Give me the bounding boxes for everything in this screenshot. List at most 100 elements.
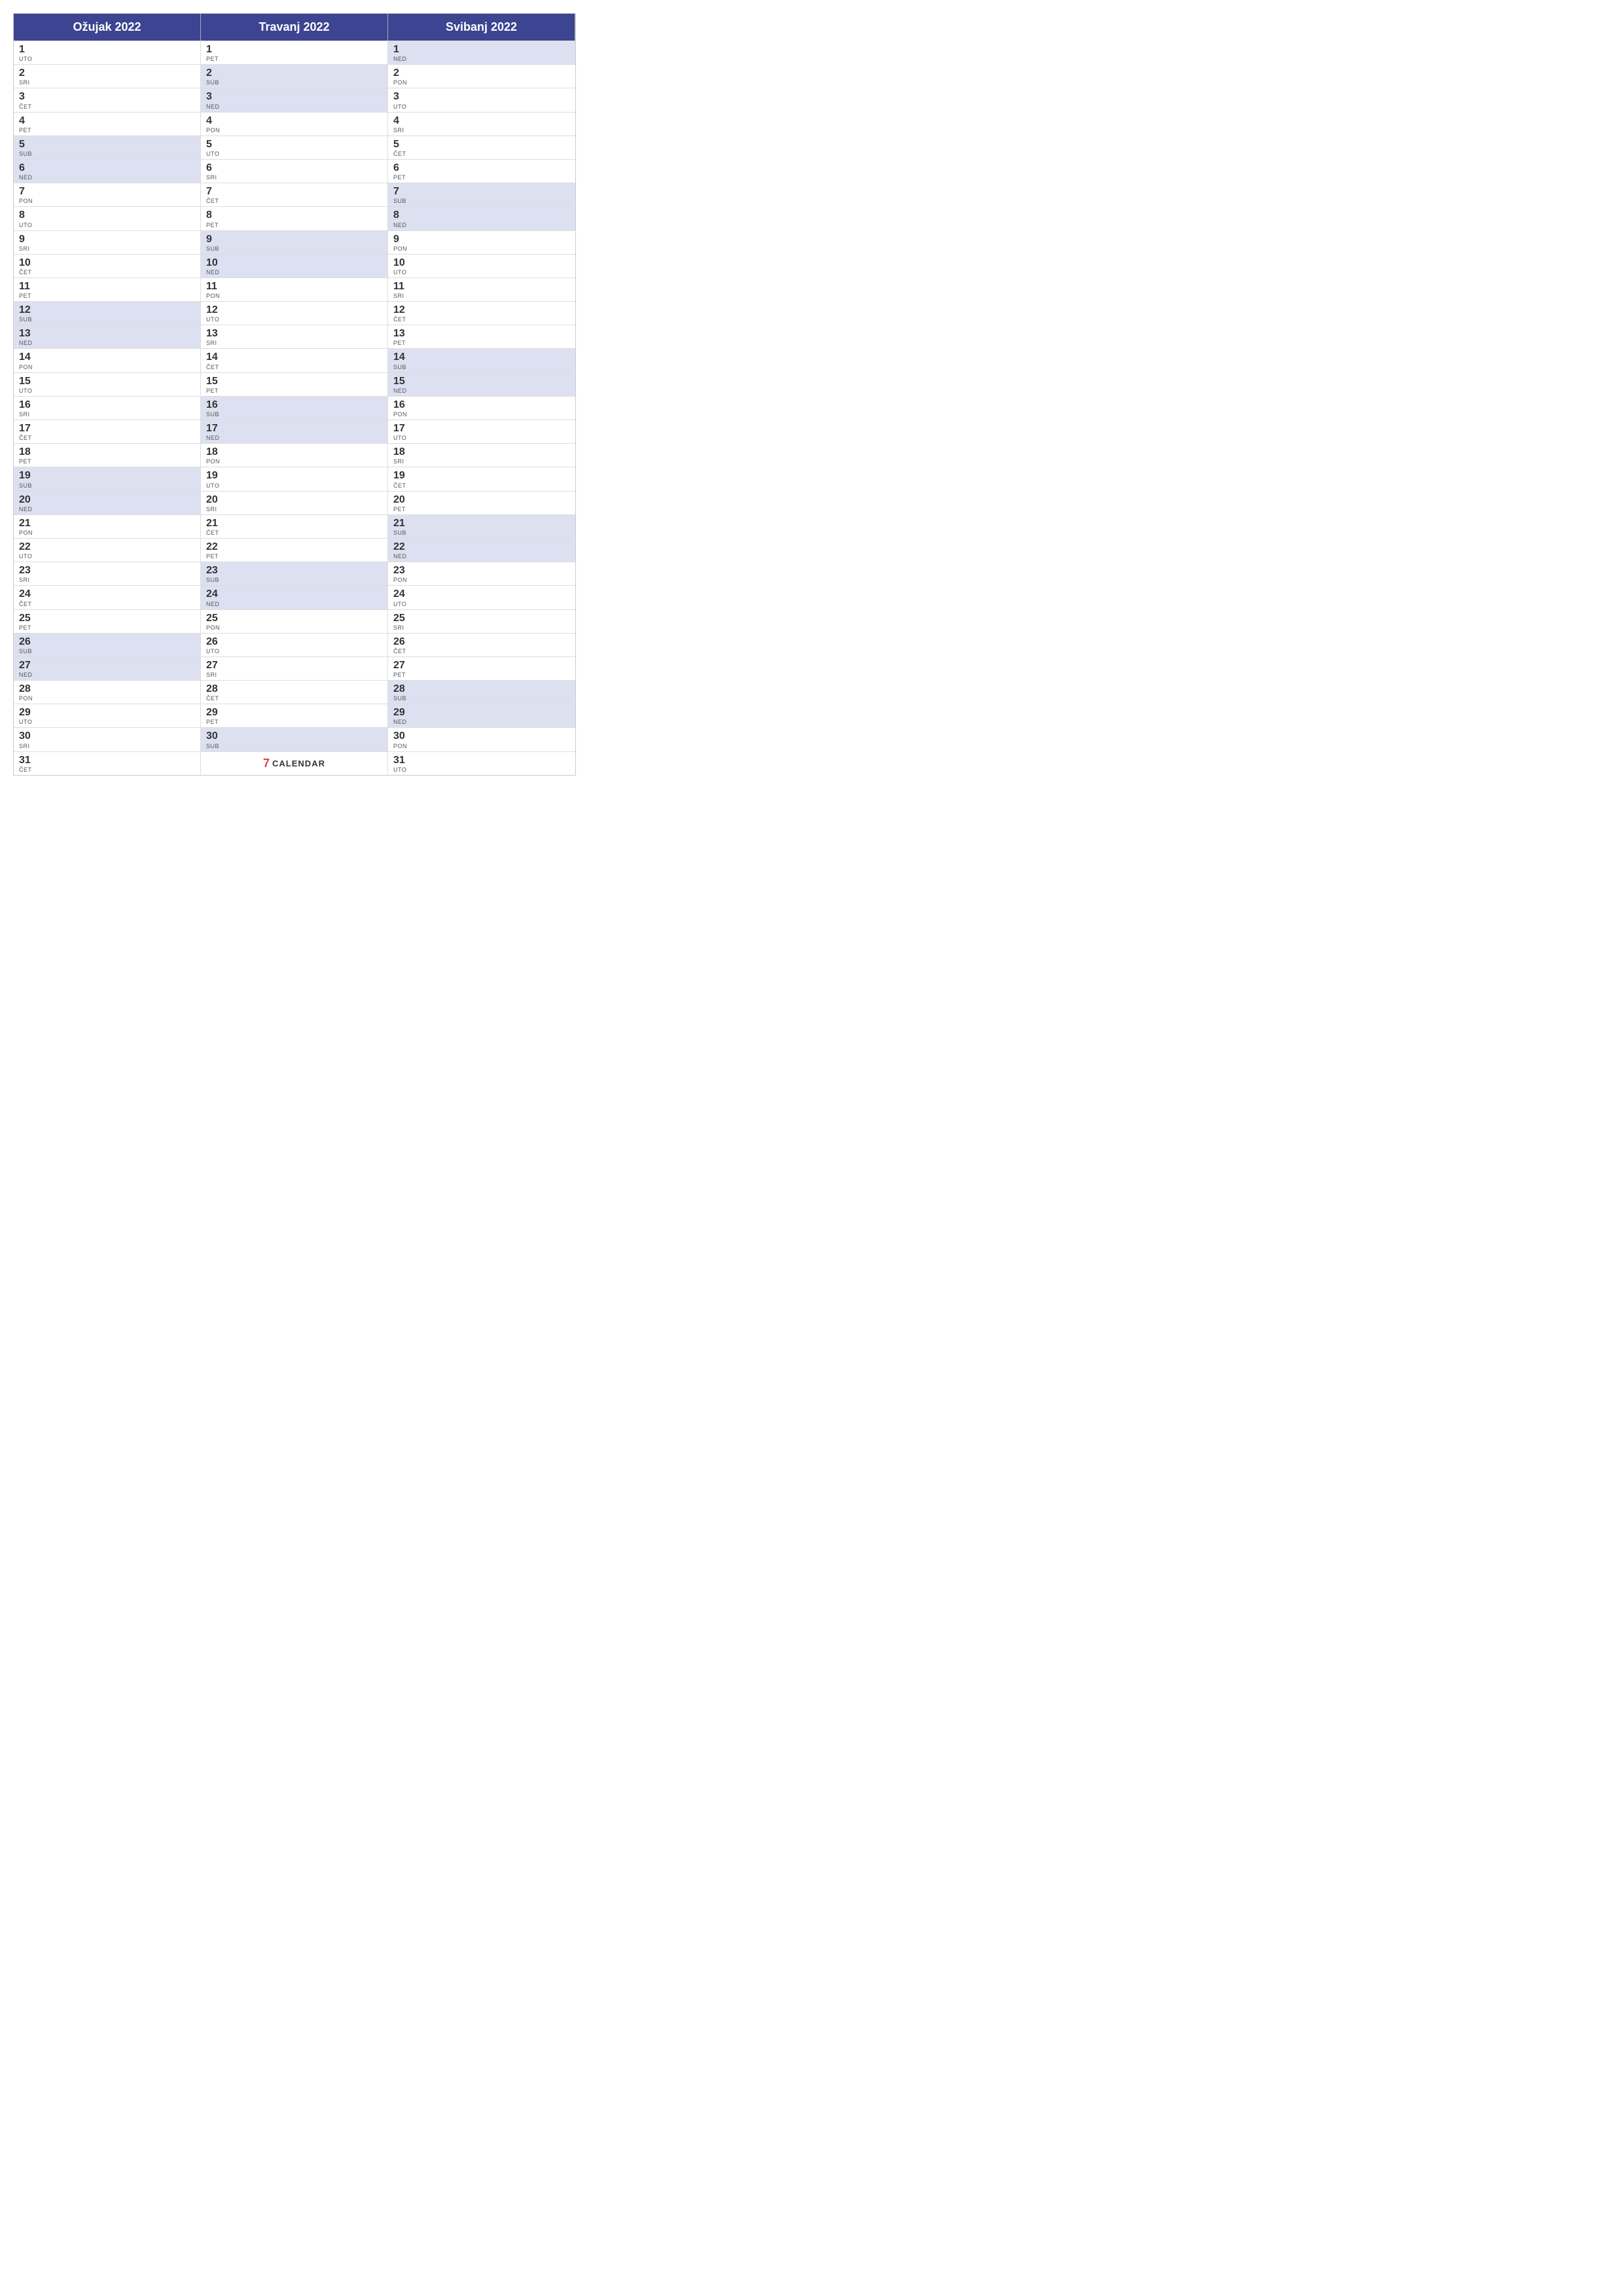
- month-header-2: Svibanj 2022: [388, 14, 575, 41]
- day-number: 21: [393, 517, 570, 529]
- day-cell-m2-d29: 30PON: [388, 727, 575, 751]
- day-name: NED: [19, 174, 195, 181]
- day-name: SUB: [19, 648, 195, 655]
- day-cell-m1-d12: 13SRI: [201, 325, 388, 348]
- day-name: NED: [393, 719, 570, 725]
- day-name: SRI: [206, 506, 382, 512]
- day-number: 24: [19, 588, 195, 600]
- day-number: 13: [19, 327, 195, 340]
- day-name: PON: [19, 364, 195, 370]
- day-number: 19: [19, 469, 195, 482]
- day-name: SRI: [393, 127, 570, 134]
- day-cell-m2-d24: 25SRI: [388, 609, 575, 633]
- day-number: 14: [206, 351, 382, 363]
- day-cell-m1-d27: 28ČET: [201, 680, 388, 704]
- calendar-logo-icon: 7: [263, 757, 270, 770]
- day-cell-m1-d14: 15PET: [201, 372, 388, 396]
- day-cell-m0-d22: 23SRI: [14, 562, 201, 585]
- day-number: 2: [19, 67, 195, 79]
- day-number: 15: [393, 375, 570, 387]
- month-header-0: Ožujak 2022: [14, 14, 201, 41]
- day-number: 10: [19, 257, 195, 269]
- day-number: 3: [19, 90, 195, 103]
- day-name: PON: [393, 245, 570, 252]
- day-name: ČET: [393, 648, 570, 655]
- day-number: 23: [393, 564, 570, 577]
- day-name: PON: [206, 127, 382, 134]
- day-name: PET: [393, 506, 570, 512]
- day-cell-m1-d10: 11PON: [201, 278, 388, 301]
- day-cell-m2-d3: 4SRI: [388, 112, 575, 135]
- day-name: PET: [393, 174, 570, 181]
- day-cell-m1-d21: 22PET: [201, 538, 388, 562]
- day-name: SRI: [393, 624, 570, 631]
- day-number: 24: [393, 588, 570, 600]
- day-name: UTO: [393, 601, 570, 607]
- day-cell-m2-d8: 9PON: [388, 230, 575, 254]
- day-name: UTO: [206, 151, 382, 157]
- day-number: 2: [206, 67, 382, 79]
- day-name: SUB: [206, 79, 382, 86]
- calendar-logo-text: CALENDAR: [272, 759, 325, 768]
- day-name: SRI: [19, 411, 195, 418]
- day-number: 29: [393, 706, 570, 719]
- day-cell-m1-d24: 25PON: [201, 609, 388, 633]
- day-name: PON: [393, 577, 570, 583]
- day-number: 31: [19, 754, 195, 766]
- day-name: PON: [206, 624, 382, 631]
- day-name: UTO: [19, 553, 195, 560]
- day-number: 21: [19, 517, 195, 529]
- day-number: 9: [393, 233, 570, 245]
- day-name: PON: [206, 293, 382, 299]
- day-name: ČET: [206, 529, 382, 536]
- day-cell-m1-d22: 23SUB: [201, 562, 388, 585]
- day-cell-m2-d10: 11SRI: [388, 278, 575, 301]
- day-number: 28: [393, 683, 570, 695]
- day-cell-m0-d2: 3ČET: [14, 88, 201, 111]
- day-cell-m1-d23: 24NED: [201, 585, 388, 609]
- day-name: PET: [19, 293, 195, 299]
- day-name: NED: [19, 506, 195, 512]
- day-number: 3: [206, 90, 382, 103]
- day-number: 23: [19, 564, 195, 577]
- day-cell-m2-d14: 15NED: [388, 372, 575, 396]
- calendar-wrapper: Ožujak 2022Travanj 2022Svibanj 20221UTO1…: [0, 0, 589, 789]
- day-number: 1: [206, 43, 382, 56]
- day-cell-m1-d26: 27SRI: [201, 656, 388, 680]
- day-number: 7: [393, 185, 570, 198]
- day-name: PET: [206, 56, 382, 62]
- day-cell-m2-d4: 5ČET: [388, 135, 575, 159]
- day-name: UTO: [19, 56, 195, 62]
- day-number: 21: [206, 517, 382, 529]
- day-number: 20: [393, 493, 570, 506]
- calendar-grid: Ožujak 2022Travanj 2022Svibanj 20221UTO1…: [13, 13, 576, 776]
- day-number: 9: [206, 233, 382, 245]
- day-cell-m1-d18: 19UTO: [201, 467, 388, 490]
- day-name: SRI: [393, 293, 570, 299]
- day-number: 7: [19, 185, 195, 198]
- day-cell-m2-d25: 26ČET: [388, 633, 575, 656]
- day-cell-m2-d9: 10UTO: [388, 254, 575, 278]
- day-name: PON: [19, 695, 195, 702]
- day-number: 4: [19, 115, 195, 127]
- day-cell-m0-d15: 16SRI: [14, 396, 201, 420]
- day-number: 7: [206, 185, 382, 198]
- day-name: UTO: [206, 648, 382, 655]
- day-number: 20: [206, 493, 382, 506]
- day-number: 18: [206, 446, 382, 458]
- day-name: SUB: [393, 364, 570, 370]
- day-name: NED: [206, 601, 382, 607]
- day-cell-m1-d8: 9SUB: [201, 230, 388, 254]
- day-cell-m2-d2: 3UTO: [388, 88, 575, 111]
- day-name: SRI: [19, 743, 195, 749]
- day-cell-m2-d0: 1NED: [388, 41, 575, 64]
- day-name: SUB: [19, 151, 195, 157]
- day-number: 12: [206, 304, 382, 316]
- day-number: 25: [393, 612, 570, 624]
- day-cell-m2-d12: 13PET: [388, 325, 575, 348]
- day-number: 10: [393, 257, 570, 269]
- day-name: UTO: [19, 222, 195, 228]
- day-name: SRI: [206, 174, 382, 181]
- day-name: ČET: [19, 601, 195, 607]
- day-name: SUB: [19, 316, 195, 323]
